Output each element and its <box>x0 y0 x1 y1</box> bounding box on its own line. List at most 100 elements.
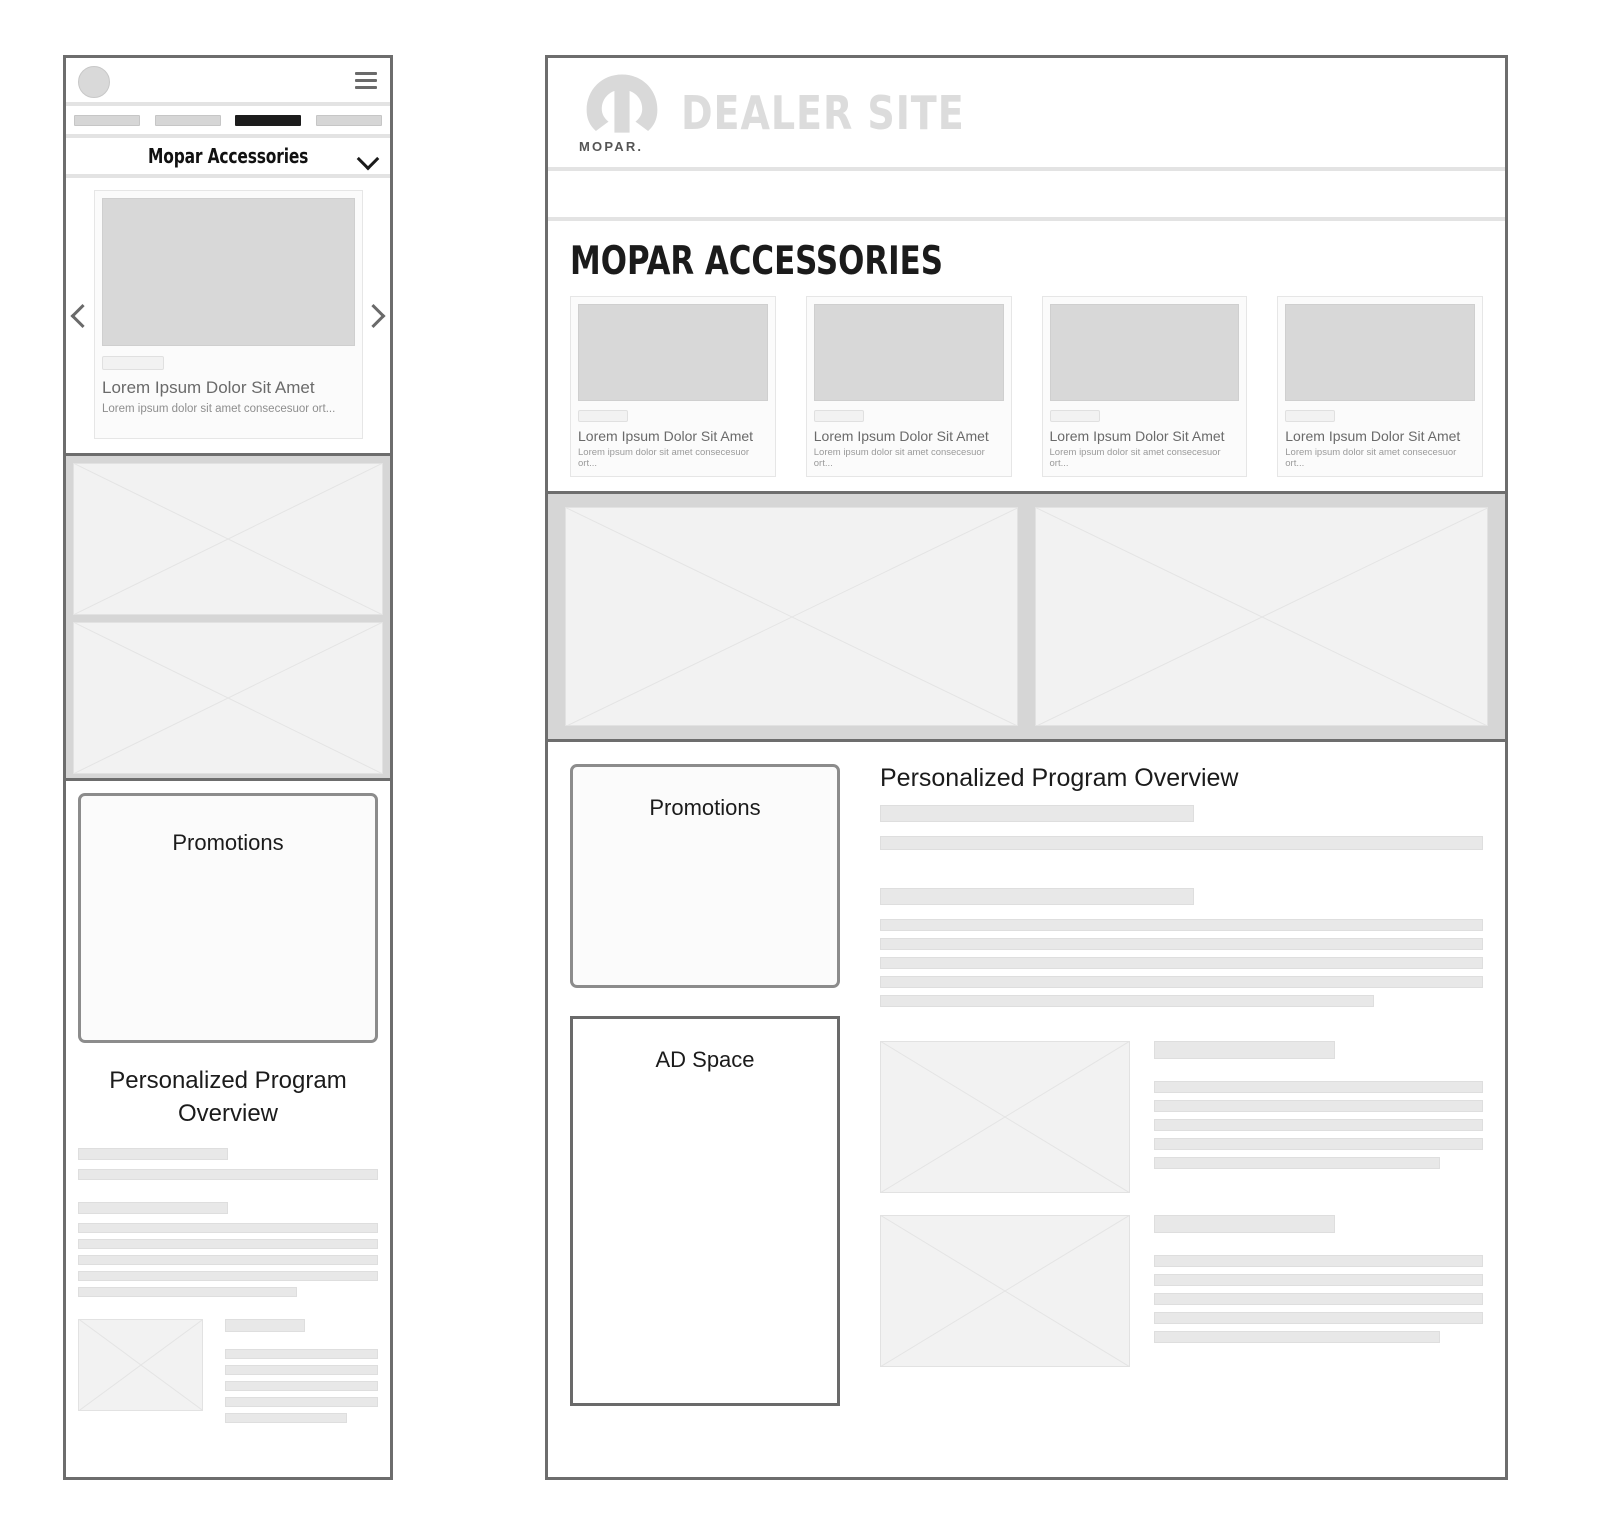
card-subtitle: Lorem ipsum dolor sit amet consecesuor o… <box>578 447 750 469</box>
mopar-accessories-section: MOPAR ACCESSORIES Lorem Ipsum Dolor Sit … <box>548 221 1505 494</box>
content-media-row <box>880 1215 1483 1367</box>
text-line <box>225 1381 378 1392</box>
text-line <box>880 805 1194 822</box>
card-title: Lorem Ipsum Dolor Sit Amet <box>102 378 315 397</box>
carousel-card[interactable]: Lorem Ipsum Dolor Sit Amet Lorem ipsum d… <box>94 190 363 439</box>
nav-pill-2[interactable] <box>154 114 221 126</box>
desktop-header: MOPAR. DEALER SITE <box>548 58 1505 171</box>
accessory-card[interactable]: Lorem Ipsum Dolor Sit Amet Lorem ipsum d… <box>1277 296 1483 477</box>
card-tag-placeholder <box>102 356 164 370</box>
text-line <box>225 1349 378 1360</box>
avatar[interactable] <box>78 66 110 98</box>
text-line <box>1154 1274 1483 1286</box>
image-placeholder <box>880 1041 1130 1193</box>
desktop-sub-nav-bar[interactable] <box>548 171 1505 221</box>
mopar-wordmark: MOPAR. <box>579 138 644 154</box>
accessory-card[interactable]: Lorem Ipsum Dolor Sit Amet Lorem ipsum d… <box>1041 296 1248 477</box>
text-line <box>880 957 1483 969</box>
text-line <box>78 1202 228 1215</box>
text-line <box>1154 1331 1441 1343</box>
card-subtitle: Lorem ipsum dolor sit amet consecesuor o… <box>813 447 985 469</box>
nav-pill-4[interactable] <box>315 114 382 126</box>
text-line <box>1154 1157 1441 1169</box>
text-line <box>78 1169 378 1181</box>
text-line <box>880 836 1483 850</box>
mobile-top-bar <box>66 58 390 106</box>
accessory-card[interactable]: Lorem Ipsum Dolor Sit Amet Lorem ipsum d… <box>570 296 776 477</box>
mobile-section-header[interactable]: Mopar Accessories <box>66 138 390 178</box>
card-tag-placeholder <box>578 410 628 422</box>
text-line <box>78 1223 378 1234</box>
nav-pill-3-active[interactable] <box>235 114 302 126</box>
text-line <box>880 995 1375 1007</box>
image-placeholder <box>73 622 383 774</box>
desktop-right-column: Personalized Program Overview <box>880 764 1483 1406</box>
text-line <box>1154 1100 1483 1112</box>
page-title: MOPAR ACCESSORIES <box>570 239 943 284</box>
desktop-lower-content: Promotions AD Space Personalized Program… <box>548 742 1505 1406</box>
hamburger-menu-icon[interactable] <box>355 72 377 89</box>
promotions-label: Promotions <box>172 830 284 855</box>
ad-space-label: AD Space <box>655 1047 755 1072</box>
mobile-carousel: Lorem Ipsum Dolor Sit Amet Lorem ipsum d… <box>66 178 390 456</box>
chevron-down-icon[interactable] <box>356 147 380 171</box>
personalized-program-overview-title: Personalized Program Overview <box>880 764 1239 792</box>
text-line <box>1154 1041 1335 1059</box>
image-placeholder <box>880 1215 1130 1367</box>
card-subtitle: Lorem ipsum dolor sit amet consecesuor o… <box>102 403 336 415</box>
card-title: Lorem Ipsum Dolor Sit Amet <box>1285 428 1461 444</box>
desktop-wireframe-frame: MOPAR. DEALER SITE MOPAR ACCESSORIES Lor… <box>545 55 1508 1480</box>
promotions-label: Promotions <box>649 795 761 820</box>
image-placeholder <box>78 1319 203 1412</box>
promotions-box[interactable]: Promotions <box>570 764 840 988</box>
chevron-left-icon[interactable] <box>70 303 95 328</box>
text-line <box>78 1271 378 1282</box>
ad-space-box[interactable]: AD Space <box>570 1016 840 1406</box>
content-media-row <box>880 1041 1483 1193</box>
card-image-placeholder <box>102 198 355 346</box>
text-line <box>1154 1215 1335 1233</box>
text-line <box>78 1148 228 1161</box>
mobile-nav-pills <box>66 106 390 138</box>
mobile-section-title: Mopar Accessories <box>147 144 309 168</box>
card-image-placeholder <box>1285 304 1475 401</box>
card-subtitle: Lorem ipsum dolor sit amet consecesuor o… <box>1285 447 1457 469</box>
personalized-program-overview-title: Personalized Program Overview <box>109 1067 347 1127</box>
accessory-card-grid: Lorem Ipsum Dolor Sit Amet Lorem ipsum d… <box>570 296 1483 477</box>
text-line <box>880 919 1483 931</box>
card-image-placeholder <box>578 304 768 401</box>
chevron-right-icon[interactable] <box>361 303 386 328</box>
mobile-content: Promotions Personalized Program Overview <box>66 781 390 1424</box>
text-line <box>225 1413 348 1424</box>
card-tag-placeholder <box>1285 410 1336 422</box>
card-title: Lorem Ipsum Dolor Sit Amet <box>813 428 989 444</box>
card-tag-placeholder <box>1049 410 1100 422</box>
card-image-placeholder <box>1049 304 1240 401</box>
desktop-left-column: Promotions AD Space <box>570 764 840 1406</box>
card-title: Lorem Ipsum Dolor Sit Amet <box>1049 428 1225 444</box>
text-line <box>1154 1255 1483 1267</box>
nav-pill-1[interactable] <box>74 114 140 126</box>
text-line <box>78 1239 378 1250</box>
card-title: Lorem Ipsum Dolor Sit Amet <box>578 428 754 444</box>
text-line <box>880 938 1483 950</box>
text-line <box>1154 1138 1483 1150</box>
text-line <box>225 1319 305 1333</box>
text-line <box>880 888 1194 905</box>
brand-title: DEALER SITE <box>681 85 965 140</box>
mobile-wireframe-frame: Mopar Accessories Lorem Ipsum Dolor Sit … <box>63 55 393 1480</box>
mopar-omega-logo-icon[interactable]: MOPAR. <box>575 72 669 154</box>
card-tag-placeholder <box>813 410 864 422</box>
text-line <box>225 1365 378 1376</box>
image-placeholder <box>565 507 1018 726</box>
promotions-box[interactable]: Promotions <box>78 793 378 1043</box>
accessory-card[interactable]: Lorem Ipsum Dolor Sit Amet Lorem ipsum d… <box>805 296 1012 477</box>
text-line <box>880 976 1483 988</box>
text-line <box>1154 1312 1483 1324</box>
text-line <box>225 1397 378 1408</box>
mobile-media-band <box>66 456 390 781</box>
text-line <box>78 1255 378 1266</box>
card-image-placeholder <box>813 304 1004 401</box>
card-subtitle: Lorem ipsum dolor sit amet consecesuor o… <box>1049 447 1221 469</box>
text-line <box>1154 1081 1483 1093</box>
